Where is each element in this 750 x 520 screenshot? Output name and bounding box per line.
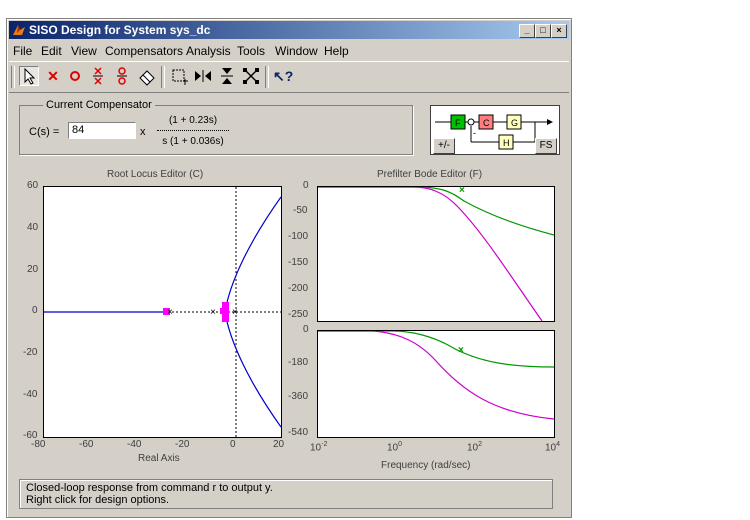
bode-phase-ytick: -360 — [288, 391, 309, 402]
block-H-label: H — [503, 138, 510, 148]
menu-tools[interactable]: Tools — [237, 44, 265, 58]
bode-phase-ytick: -180 — [288, 357, 309, 368]
bode-xtick: 10-2 — [310, 441, 328, 454]
bode-mag-ytick: -50 — [293, 205, 308, 216]
add-complex-pole-icon[interactable] — [89, 66, 109, 86]
closed-loop-pole-marker[interactable] — [220, 308, 229, 314]
context-help-icon[interactable]: ↖? — [273, 66, 293, 86]
feedback-structure-diagram[interactable]: F C G H - +/- FS — [430, 105, 560, 155]
bode-phase-ytick: -540 — [288, 427, 309, 438]
rl-xtick: 20 — [273, 439, 285, 450]
toolbar-separator — [265, 66, 269, 88]
locus-branch-upper — [224, 196, 282, 313]
status-bar: Closed-loop response from command r to o… — [19, 479, 553, 509]
fs-button[interactable]: FS — [535, 138, 557, 154]
closed-loop-magnitude-curve — [318, 186, 543, 322]
bode-mag-ytick: -250 — [288, 309, 309, 320]
eraser-icon[interactable] — [137, 66, 157, 86]
current-compensator-legend: Current Compensator — [43, 99, 155, 111]
locus-branch-lower — [224, 311, 282, 428]
title-bar[interactable]: SISO Design for System sys_dc _ □ × — [9, 21, 569, 39]
pole-marker: × — [167, 307, 173, 318]
fit-to-view-icon[interactable] — [241, 66, 261, 86]
bode-xtick: 102 — [467, 441, 483, 454]
closed-loop-phase-curve — [318, 330, 555, 420]
bode-mag-ytick: -100 — [288, 231, 309, 242]
menu-analysis[interactable]: Analysis — [186, 44, 231, 58]
zoom-box-icon[interactable] — [169, 66, 189, 86]
negative-feedback-sign: - — [473, 128, 476, 138]
toolbar-separator — [161, 66, 165, 88]
matlab-logo-icon — [13, 25, 25, 35]
bode-mag-ytick: -200 — [288, 283, 309, 294]
times-sign: x — [140, 126, 146, 138]
rl-xtick: 0 — [230, 439, 236, 450]
bode-phase-svg: × — [318, 330, 555, 420]
bode-title: Prefilter Bode Editor (F) — [377, 169, 483, 180]
rl-ytick: -20 — [23, 347, 38, 358]
rl-ytick: 40 — [27, 222, 39, 233]
toolbar-grip — [11, 66, 15, 88]
zoom-x-icon[interactable] — [193, 66, 213, 86]
rl-ytick: 20 — [27, 264, 39, 275]
bode-mag-ytick: 0 — [303, 180, 309, 191]
menu-view[interactable]: View — [71, 44, 97, 58]
fraction-line — [157, 130, 229, 131]
toolbar: ✕ ↖? — [9, 61, 569, 93]
window-title: SISO Design for System sys_dc — [29, 23, 211, 37]
compensator-label: C(s) = — [29, 126, 60, 138]
menu-file[interactable]: File — [13, 44, 32, 58]
menu-bar: File Edit View Compensators Analysis Too… — [9, 41, 569, 59]
zoom-y-icon[interactable] — [217, 66, 237, 86]
block-F-label: F — [455, 118, 461, 128]
compensator-denominator: s (1 + 0.036s) — [162, 136, 224, 147]
menu-edit[interactable]: Edit — [41, 44, 62, 58]
prefilter-pole-marker[interactable]: × — [459, 185, 465, 196]
closed-loop-pole-marker[interactable] — [222, 314, 229, 322]
bode-mag-ytick: -150 — [288, 257, 309, 268]
compensator-numerator: (1 + 0.23s) — [168, 115, 218, 126]
pole-marker: × — [210, 307, 216, 318]
rl-xtick: -80 — [31, 439, 46, 450]
menu-compensators[interactable]: Compensators — [105, 44, 183, 58]
prefilter-magnitude-curve — [318, 186, 555, 236]
pole-marker: × — [232, 307, 238, 318]
add-pole-icon[interactable]: ✕ — [43, 66, 63, 86]
rl-xtick: -20 — [175, 439, 190, 450]
add-complex-zero-icon[interactable] — [113, 66, 133, 86]
real-axis-label: Real Axis — [138, 453, 180, 464]
block-C-label: C — [483, 118, 490, 128]
bode-phase-ytick: 0 — [303, 324, 309, 335]
select-arrow-icon[interactable] — [19, 66, 39, 86]
signs-button[interactable]: +/- — [433, 138, 455, 154]
rl-ytick: 0 — [32, 305, 38, 316]
prefilter-pole-marker[interactable]: × — [458, 345, 464, 356]
menu-help[interactable]: Help — [324, 44, 349, 58]
summing-junction — [467, 118, 475, 126]
root-locus-plot[interactable]: × × × — [43, 186, 282, 438]
status-line-2: Right click for design options. — [26, 494, 170, 506]
rl-ytick: -40 — [23, 389, 38, 400]
root-locus-svg: × × × — [44, 187, 282, 437]
rl-xtick: -40 — [127, 439, 142, 450]
rl-xtick: -60 — [79, 439, 94, 450]
frequency-axis-label: Frequency (rad/sec) — [381, 460, 471, 471]
bode-xtick: 100 — [387, 441, 403, 454]
maximize-button[interactable]: □ — [535, 24, 551, 38]
block-G-label: G — [511, 118, 518, 128]
bode-phase-plot[interactable]: × — [317, 330, 555, 438]
compensator-gain-input[interactable] — [68, 122, 136, 139]
status-line-1: Closed-loop response from command r to o… — [26, 482, 273, 494]
add-zero-icon[interactable] — [65, 66, 85, 86]
menu-window[interactable]: Window — [275, 44, 318, 58]
bode-magnitude-svg: × — [318, 185, 555, 322]
bode-xtick: 104 — [545, 441, 561, 454]
root-locus-title: Root Locus Editor (C) — [107, 169, 204, 180]
siso-design-window: SISO Design for System sys_dc _ □ × File… — [6, 18, 572, 518]
close-button[interactable]: × — [551, 24, 567, 38]
minimize-button[interactable]: _ — [519, 24, 535, 38]
bode-magnitude-plot[interactable]: × — [317, 185, 555, 322]
rl-ytick: 60 — [27, 180, 39, 191]
